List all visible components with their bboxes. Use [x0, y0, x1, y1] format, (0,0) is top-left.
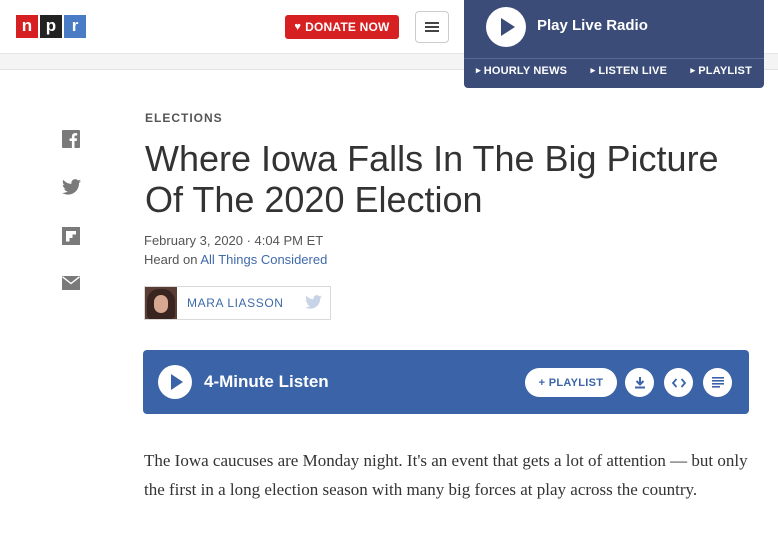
share-facebook-button[interactable]: [62, 130, 82, 150]
live-radio-links: HOURLY NEWS LISTEN LIVE PLAYLIST: [464, 58, 764, 88]
author-twitter-icon[interactable]: [305, 295, 322, 309]
article-title: Where Iowa Falls In The Big Picture Of T…: [145, 138, 719, 220]
donate-label: DONATE NOW: [305, 20, 390, 34]
twitter-icon: [62, 179, 81, 195]
playlist-link[interactable]: PLAYLIST: [691, 65, 752, 88]
live-play-button[interactable]: [486, 7, 526, 47]
facebook-icon: [62, 130, 80, 148]
audio-title: 4-Minute Listen: [204, 372, 329, 391]
transcript-button[interactable]: [703, 368, 732, 397]
embed-code-icon: [671, 377, 686, 388]
npr-logo[interactable]: n p r: [16, 15, 86, 38]
dateline: February 3, 2020 · 4:04 PM ET: [144, 233, 324, 248]
download-icon: [634, 377, 645, 389]
live-radio-panel: Play Live Radio HOURLY NEWS LISTEN LIVE …: [464, 0, 764, 88]
author-avatar: [145, 287, 177, 319]
author-name[interactable]: MARA LIASSON: [187, 296, 284, 310]
logo-letter-p: p: [40, 15, 62, 38]
download-button[interactable]: [625, 368, 654, 397]
audio-play-button[interactable]: [158, 365, 192, 399]
heard-on-prefix: Heard on: [144, 252, 201, 267]
article-body-paragraph: The Iowa caucuses are Monday night. It's…: [144, 451, 748, 499]
show-link[interactable]: All Things Considered: [200, 252, 327, 267]
audio-player: 4-Minute Listen + PLAYLIST: [143, 350, 749, 414]
logo-letter-n: n: [16, 15, 38, 38]
hamburger-icon: [425, 22, 439, 32]
logo-letter-r: r: [64, 15, 86, 38]
share-flipboard-button[interactable]: [62, 227, 82, 247]
flipboard-icon: [62, 227, 80, 245]
heard-on-line: Heard on All Things Considered: [144, 252, 327, 267]
embed-button[interactable]: [664, 368, 693, 397]
donate-button[interactable]: ♥ DONATE NOW: [285, 15, 399, 39]
heart-icon: ♥: [294, 21, 302, 33]
menu-button[interactable]: [415, 11, 449, 43]
transcript-icon: [711, 377, 724, 388]
share-twitter-button[interactable]: [62, 179, 82, 199]
listen-live-link[interactable]: LISTEN LIVE: [591, 65, 668, 88]
section-slug[interactable]: ELECTIONS: [145, 111, 223, 125]
hourly-news-link[interactable]: HOURLY NEWS: [476, 65, 567, 88]
byline-card[interactable]: MARA LIASSON: [144, 286, 331, 320]
share-email-button[interactable]: [62, 276, 82, 296]
add-to-playlist-button[interactable]: + PLAYLIST: [525, 368, 617, 397]
live-radio-title[interactable]: Play Live Radio: [537, 17, 648, 34]
email-icon: [62, 276, 80, 290]
